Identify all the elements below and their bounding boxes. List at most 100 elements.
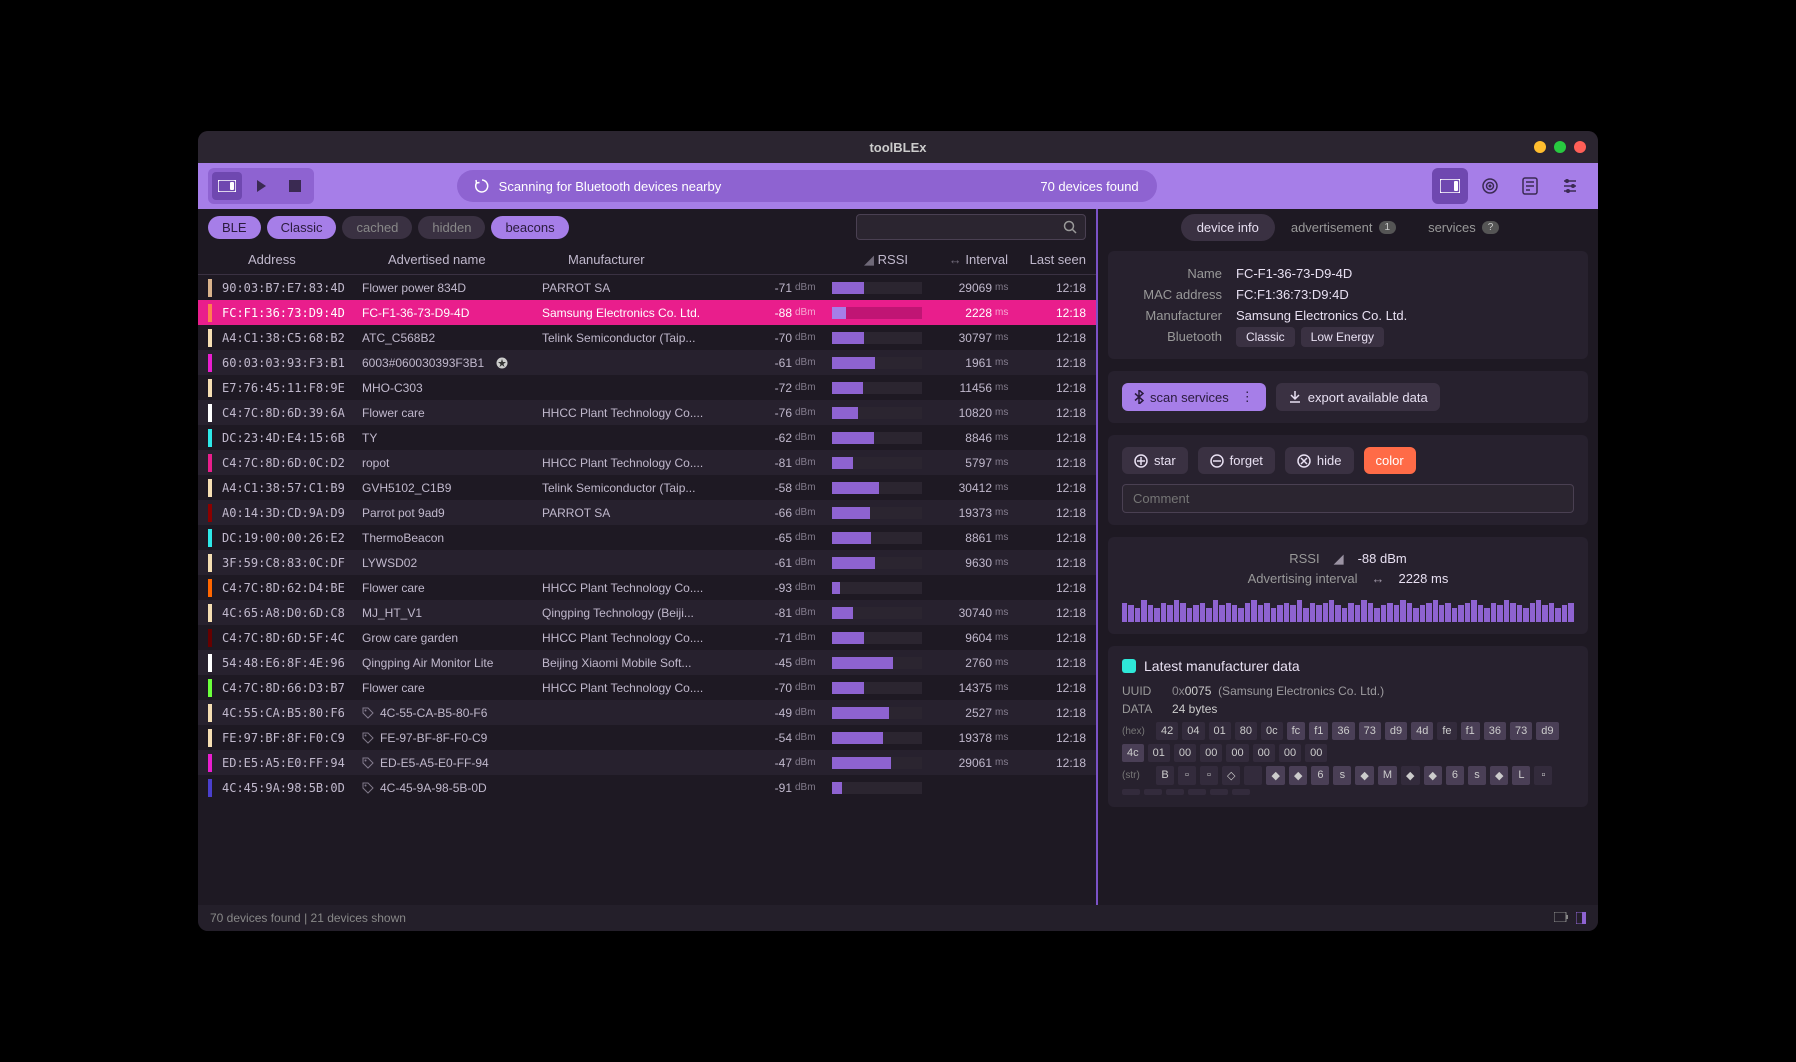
export-button[interactable]: export available data [1276,383,1440,411]
scan-controls [208,168,314,204]
toolbar-right [1432,168,1588,204]
filter-chip-beacons[interactable]: beacons [491,216,568,239]
col-name[interactable]: Advertised name [388,252,568,267]
col-address[interactable]: Address [248,252,388,267]
tab-device-info[interactable]: device info [1181,214,1275,241]
tab-advertisement[interactable]: advertisement1 [1275,214,1412,241]
filter-chip-classic[interactable]: Classic [267,216,337,239]
device-row[interactable]: C4:7C:8D:62:D4:BE Flower care HHCC Plant… [198,575,1096,600]
refresh-icon [475,179,489,193]
device-row[interactable]: ED:E5:A5:E0:FF:94 ED-E5-A5-E0-FF-94 -47d… [198,750,1096,775]
interval-label: Advertising interval [1248,571,1358,586]
color-button[interactable]: color [1364,447,1416,474]
mfr-data-title: Latest manufacturer data [1144,658,1300,674]
devices-mode-button[interactable] [212,172,242,200]
export-icon [1288,390,1302,404]
meta-actions-panel: star forget hide color [1108,435,1588,525]
mfr-value: Samsung Electronics Co. Ltd. [1236,308,1407,323]
search-icon [1063,220,1077,234]
status-pill: Scanning for Bluetooth devices nearby 70… [457,170,1157,202]
device-row[interactable]: A0:14:3D:CD:9A:D9 Parrot pot 9ad9 PARROT… [198,500,1096,525]
plus-circle-icon [1134,454,1148,468]
detail-tabs: device info advertisement1 services? [1098,209,1598,245]
statusbar-text: 70 devices found | 21 devices shown [210,911,406,925]
traffic-lights [1534,141,1586,153]
toolbar: Scanning for Bluetooth devices nearby 70… [198,163,1598,209]
col-interval[interactable]: ↔ Interval [908,252,1008,267]
forget-button[interactable]: forget [1198,447,1275,474]
name-label: Name [1122,266,1222,281]
titlebar: toolBLEx [198,131,1598,163]
tab-services[interactable]: services? [1412,214,1515,241]
filter-chip-hidden[interactable]: hidden [418,216,485,239]
rssi-label: RSSI [1289,551,1319,567]
bluetooth-icon [1134,390,1144,404]
stop-button[interactable] [280,172,310,200]
app-window: toolBLEx Scanning for Bluetooth devices … [198,131,1598,931]
settings-button[interactable] [1552,168,1588,204]
col-last-seen[interactable]: Last seen [1016,252,1086,267]
devices-found-text: 70 devices found [1040,179,1138,194]
device-row[interactable]: FE:97:BF:8F:F0:C9 FE-97-BF-8F-F0-C9 -54d… [198,725,1096,750]
statusbar: 70 devices found | 21 devices shown [198,905,1598,931]
battery-icon [1554,912,1568,922]
device-row[interactable]: A4:C1:38:57:C1:B9 GVH5102_C1B9 Telink Se… [198,475,1096,500]
device-row[interactable]: 3F:59:C8:83:0C:DF LYWSD02 -61dBm 9630ms … [198,550,1096,575]
filter-bar: BLE Classiccached hidden beacons [198,209,1096,245]
scan-services-button[interactable]: scan services⋮ [1122,383,1266,411]
detail-panel: device info advertisement1 services? Nam… [1098,209,1598,905]
service-actions: scan services⋮ export available data [1108,371,1588,423]
close-button[interactable] [1574,141,1586,153]
device-row[interactable]: 4C:65:A8:D0:6D:C8 MJ_HT_V1 Qingping Tech… [198,600,1096,625]
mac-value: FC:F1:36:73:D9:4D [1236,287,1349,302]
hide-button[interactable]: hide [1285,447,1354,474]
log-button[interactable] [1512,168,1548,204]
star-button[interactable]: star [1122,447,1188,474]
minus-circle-icon [1210,454,1224,468]
manufacturer-data-panel: Latest manufacturer data UUID0x0075 (Sam… [1108,646,1588,807]
device-row[interactable]: C4:7C:8D:6D:0C:D2 ropot HHCC Plant Techn… [198,450,1096,475]
device-row[interactable]: DC:19:00:00:26:E2 ThermoBeacon -65dBm 88… [198,525,1096,550]
device-row[interactable]: DC:23:4D:E4:15:6B TY -62dBm 8846ms 12:18 [198,425,1096,450]
filter-chip-ble[interactable]: BLE [208,216,261,239]
maximize-button[interactable] [1554,141,1566,153]
comment-input[interactable] [1122,484,1574,513]
scan-status-text: Scanning for Bluetooth devices nearby [499,179,722,194]
bt-label: Bluetooth [1122,329,1222,344]
device-row[interactable]: 90:03:B7:E7:83:4D Flower power 834D PARR… [198,275,1096,300]
play-button[interactable] [246,172,276,200]
panel-toggle-icon[interactable] [1576,912,1586,924]
col-manufacturer[interactable]: Manufacturer [568,252,758,267]
close-circle-icon [1297,454,1311,468]
mfr-indicator-icon [1122,659,1136,673]
bt-value: ClassicLow Energy [1236,329,1390,344]
mac-label: MAC address [1122,287,1222,302]
radar-button[interactable] [1472,168,1508,204]
rssi-value: -88 dBm [1358,551,1407,567]
device-row[interactable]: A4:C1:38:C5:68:B2 ATC_C568B2 Telink Semi… [198,325,1096,350]
col-rssi[interactable]: ◢ RSSI [758,252,908,268]
device-list-panel: BLE Classiccached hidden beacons Address Ad… [198,209,1098,905]
device-row[interactable]: 54:48:E6:8F:4E:96 Qingping Air Monitor L… [198,650,1096,675]
device-row[interactable]: 4C:55:CA:B5:80:F6 4C-55-CA-B5-80-F6 -49d… [198,700,1096,725]
minimize-button[interactable] [1534,141,1546,153]
window-title: toolBLEx [869,140,926,155]
device-info-panel: Name FC-F1-36-73-D9-4D MAC address FC:F1:3… [1108,251,1588,359]
device-rows[interactable]: 90:03:B7:E7:83:4D Flower power 834D PARR… [198,275,1096,905]
device-row[interactable]: C4:7C:8D:6D:5F:4C Grow care garden HHCC … [198,625,1096,650]
filter-chip-cached[interactable]: cached [342,216,412,239]
search-input[interactable] [856,214,1086,240]
table-header: Address Advertised name Manufacturer ◢ R… [198,245,1096,275]
mfr-label: Manufacturer [1122,308,1222,323]
name-value: FC-F1-36-73-D9-4D [1236,266,1352,281]
device-row[interactable]: FC:F1:36:73:D9:4D FC-F1-36-73-D9-4D Sams… [198,300,1096,325]
rssi-sparkline [1122,596,1574,622]
device-row[interactable]: C4:7C:8D:6D:39:6A Flower care HHCC Plant… [198,400,1096,425]
device-row[interactable]: 4C:45:9A:98:5B:0D 4C-45-9A-98-5B-0D -91d… [198,775,1096,800]
device-row[interactable]: E7:76:45:11:F8:9E MHO-C303 -72dBm 11456m… [198,375,1096,400]
content-area: BLE Classiccached hidden beacons Address Ad… [198,209,1598,905]
device-panel-button[interactable] [1432,168,1468,204]
signal-panel: RSSI◢-88 dBm Advertising interval↔2228 m… [1108,537,1588,634]
device-row[interactable]: 60:03:03:93:F3:B1 6003#060030393F3B1 -61… [198,350,1096,375]
device-row[interactable]: C4:7C:8D:66:D3:B7 Flower care HHCC Plant… [198,675,1096,700]
